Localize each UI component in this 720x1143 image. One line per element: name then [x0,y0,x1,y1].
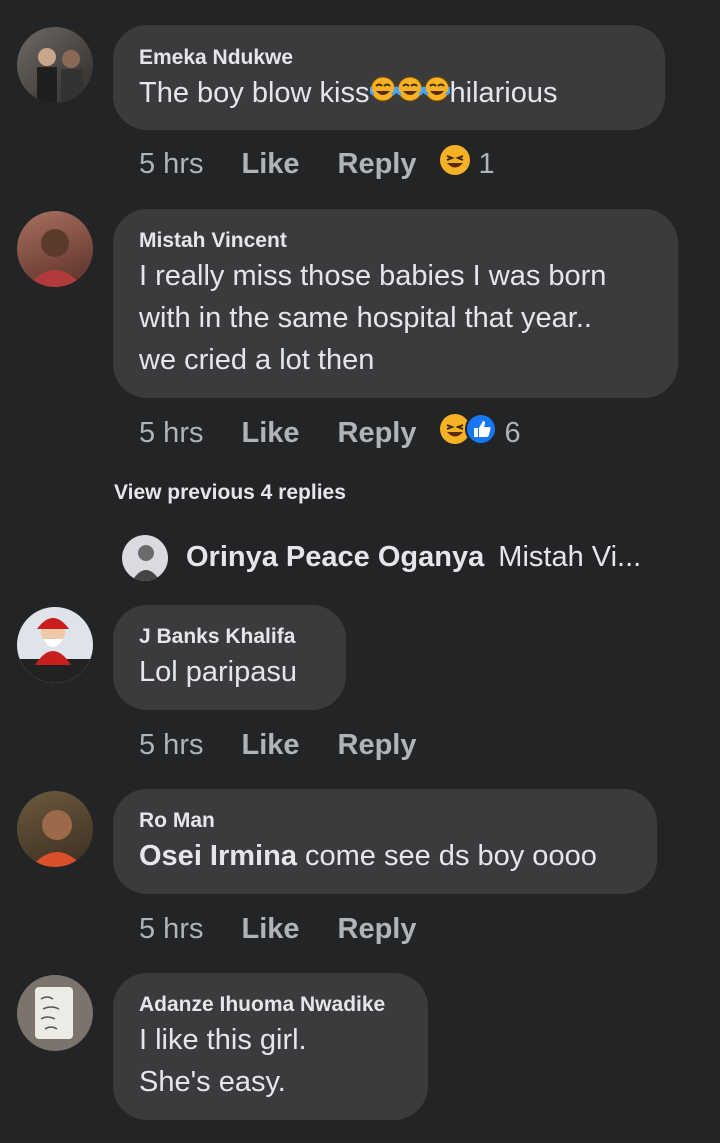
comment-author[interactable]: J Banks Khalifa [139,625,320,649]
avatar[interactable] [17,975,93,1051]
comment-bubble: Ro Man Osei Irmina come see ds boy oooo [113,789,657,894]
comment-bubble: Emeka Ndukwe The boy blow kiss hilarious [113,25,665,130]
reply-button[interactable]: Reply [338,148,417,181]
comment-text: The boy blow kiss hilarious [139,72,639,115]
comment-text-part: come see ds boy oooo [296,840,597,872]
comment-time[interactable]: 5 hrs [139,417,203,450]
comment-time[interactable]: 5 hrs [139,729,203,762]
avatar-photo-icon [35,987,73,1039]
comment-author[interactable]: Emeka Ndukwe [139,46,639,70]
mention-link[interactable]: Osei Irmina [139,840,297,872]
avatar[interactable] [17,27,93,103]
view-previous-replies-link[interactable]: View previous 4 replies [114,481,346,505]
avatar[interactable] [17,607,93,683]
tears-of-joy-emoji-icon [368,73,451,115]
comment-bubble: Adanze Ihuoma Nwadike I like this girl. … [113,973,428,1120]
avatar-photo-icon [17,618,93,683]
comment-author[interactable]: Mistah Vincent [139,229,652,253]
comment-author[interactable]: Ro Man [139,809,631,833]
reply-button[interactable]: Reply [338,729,417,762]
comment-text-line: She's easy. [139,1066,286,1098]
avatar[interactable] [122,535,168,581]
comment-text-line: we cried a lot then [139,344,375,376]
avatar-photo-icon [37,48,83,103]
like-button[interactable]: Like [241,729,299,762]
comment-actions: 5 hrs Like Reply 6 [139,412,521,454]
comment-actions: 5 hrs Like Reply [139,724,417,766]
avatar-photo-icon [31,810,83,867]
haha-emoji-icon[interactable] [439,144,471,184]
avatar-photo-icon [132,545,160,581]
comment-author[interactable]: Adanze Ihuoma Nwadike [139,993,402,1017]
like-button[interactable]: Like [241,913,299,946]
comment-bubble: Mistah Vincent I really miss those babie… [113,209,678,398]
comment-time[interactable]: 5 hrs [139,148,203,181]
reply-preview[interactable]: Orinya Peace Oganya Mistah Vi... [186,541,641,574]
comment-actions: 5 hrs Like Reply [139,908,417,950]
reaction-count[interactable]: 1 [479,148,495,181]
comment-text: I really miss those babies I was born wi… [139,255,652,381]
avatar[interactable] [17,211,93,287]
reply-preview-author[interactable]: Orinya Peace Oganya [186,541,484,573]
like-button[interactable]: Like [241,148,299,181]
avatar[interactable] [17,791,93,867]
reply-button[interactable]: Reply [338,913,417,946]
comment-text-part: hilarious [449,77,558,109]
reply-button[interactable]: Reply [338,417,417,450]
reply-preview-text: Mistah Vi... [498,541,642,573]
comment-actions: 5 hrs Like Reply 1 [139,143,495,185]
avatar-photo-icon [27,229,83,287]
like-button[interactable]: Like [241,417,299,450]
comment-text-line: I really miss those babies I was born [139,260,607,292]
comment-text-part: The boy blow kiss [139,77,370,109]
comment-text-line: I like this girl. [139,1024,307,1056]
comment-text-line: with in the same hospital that year.. [139,302,592,334]
comment-bubble: J Banks Khalifa Lol paripasu [113,605,346,710]
like-reaction-icon[interactable] [464,413,497,453]
comment-text: Lol paripasu [139,656,297,688]
reaction-count[interactable]: 6 [505,417,521,450]
comment-text: Osei Irmina come see ds boy oooo [139,835,631,877]
comment-text: I like this girl. She's easy. [139,1019,402,1103]
comment-time[interactable]: 5 hrs [139,913,203,946]
